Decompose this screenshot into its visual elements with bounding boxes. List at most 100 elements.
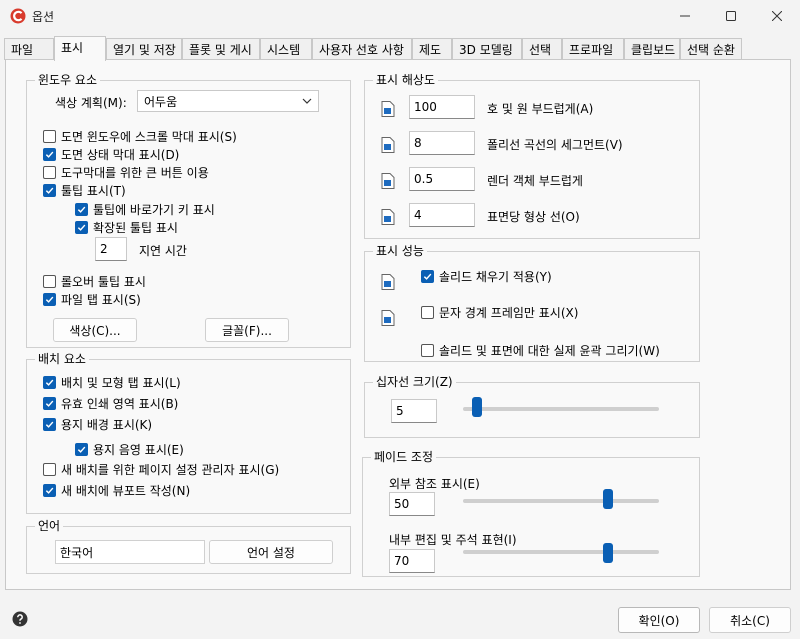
resolution-input[interactable]: 4: [409, 203, 475, 227]
window-elements-title: 윈도우 요소: [35, 73, 101, 87]
performance-option-checkbox[interactable]: 문자 경계 프레임만 표시(X): [421, 304, 578, 321]
maximize-button[interactable]: [708, 0, 754, 32]
layout-option-checkbox[interactable]: 배치 및 모형 탭 표시(L): [43, 374, 181, 391]
tab-plot-publish[interactable]: 플롯 및 게시: [182, 38, 260, 60]
display-resolution-group: 표시 해상도 100 호 및 원 부드럽게(A) 8 폴리선 곡선의 세그먼트(V) 0…: [364, 73, 700, 239]
tab-user-preferences[interactable]: 사용자 선호 사항: [312, 38, 412, 60]
crosshair-slider-thumb[interactable]: [472, 397, 483, 417]
window-option-checkbox[interactable]: 툴팁에 바로가기 키 표시: [75, 201, 215, 218]
maximize-icon: [726, 11, 736, 21]
checkbox-box[interactable]: [421, 270, 434, 283]
color-scheme-select[interactable]: 어두움: [137, 90, 319, 112]
cancel-button[interactable]: 취소(C): [709, 607, 791, 633]
tab-content-panel: 윈도우 요소 색상 계획(M): 어두움 도면 윈도우에 스크롤 막대 표시(S…: [5, 59, 791, 590]
display-performance-group: 표시 성능 솔리드 채우기 적용(Y) 문자 경계 프레임만 표시(X) 솔리드 및…: [364, 244, 700, 362]
resolution-input[interactable]: 0.5: [409, 167, 475, 191]
tooltip-delay-input[interactable]: 2: [95, 237, 127, 261]
language-settings-button[interactable]: 언어 설정: [209, 540, 333, 564]
drawing-saved-icon: [381, 137, 395, 153]
close-button[interactable]: [754, 0, 800, 32]
tab-selection-cycling[interactable]: 선택 순환: [680, 38, 742, 60]
checkbox-box[interactable]: [43, 130, 56, 143]
window-option-checkbox[interactable]: 도구막대를 위한 큰 버튼 이용: [43, 164, 209, 181]
checkmark-icon: [45, 487, 54, 494]
checkmark-icon: [45, 421, 54, 428]
layout-option-checkbox[interactable]: 용지 배경 표시(K): [43, 416, 152, 433]
tab-file[interactable]: 파일: [4, 38, 54, 60]
tab-open-save[interactable]: 열기 및 저장: [106, 38, 182, 60]
checkbox-box[interactable]: [43, 166, 56, 179]
tab-profiles[interactable]: 프로파일: [562, 38, 624, 60]
checkmark-icon: [45, 296, 54, 303]
window-option-checkbox[interactable]: 툴팁 표시(T): [43, 182, 126, 199]
window-option-checkbox[interactable]: 도면 윈도우에 스크롤 막대 표시(S): [43, 128, 237, 145]
xref-fade-slider-thumb[interactable]: [602, 489, 613, 509]
checkmark-icon: [45, 151, 54, 158]
checkbox-box[interactable]: [75, 203, 88, 216]
tab-system[interactable]: 시스템: [260, 38, 312, 60]
resolution-label: 표면당 형상 선(O): [487, 210, 580, 224]
window-elements-group: 윈도우 요소 색상 계획(M): 어두움 도면 윈도우에 스크롤 막대 표시(S…: [26, 73, 351, 348]
tab-display[interactable]: 표시: [54, 36, 106, 61]
window-title: 옵션: [32, 10, 55, 24]
checkbox-box[interactable]: [43, 484, 56, 497]
checkbox-box[interactable]: [43, 376, 56, 389]
close-icon: [772, 11, 782, 21]
checkbox-box[interactable]: [75, 443, 88, 456]
inplace-fade-slider-track[interactable]: [463, 550, 659, 554]
checkbox-box[interactable]: [43, 293, 56, 306]
colors-button[interactable]: 색상(C)...: [53, 318, 137, 342]
crosshair-slider-track[interactable]: [463, 407, 659, 411]
ok-button[interactable]: 확인(O): [618, 607, 700, 633]
layout-option-checkbox[interactable]: 새 배치에 뷰포트 작성(N): [43, 482, 190, 499]
file-tabs-checkbox[interactable]: 파일 탭 표시(S): [43, 291, 141, 308]
drawing-saved-icon: [381, 101, 395, 117]
xref-fade-input[interactable]: 50: [389, 492, 435, 516]
layout-elements-title: 배치 요소: [35, 352, 89, 366]
performance-option-checkbox[interactable]: 솔리드 및 표면에 대한 실제 윤곽 그리기(W): [421, 342, 660, 359]
tab-selection[interactable]: 선택: [522, 38, 562, 60]
fonts-button[interactable]: 글꼴(F)...: [205, 318, 289, 342]
chevron-down-icon: [302, 98, 312, 104]
rollover-tooltip-checkbox[interactable]: 롤오버 툴팁 표시: [43, 273, 146, 290]
checkbox-box[interactable]: [75, 221, 88, 234]
minimize-icon: [680, 15, 690, 17]
xref-fade-slider-track[interactable]: [463, 499, 659, 503]
checkbox-box[interactable]: [43, 397, 56, 410]
checkmark-icon: [45, 187, 54, 194]
layout-option-checkbox[interactable]: 유효 인쇄 영역 표시(B): [43, 395, 178, 412]
window-option-checkbox[interactable]: 확장된 툴팁 표시: [75, 219, 178, 236]
layout-option-checkbox[interactable]: 용지 음영 표시(E): [75, 441, 184, 458]
checkbox-box[interactable]: [43, 418, 56, 431]
language-title: 언어: [35, 519, 64, 533]
tab-3d-modeling[interactable]: 3D 모델링: [452, 38, 522, 60]
checkbox-box[interactable]: [43, 275, 56, 288]
crosshair-size-title: 십자선 크기(Z): [373, 375, 456, 389]
performance-option-checkbox[interactable]: 솔리드 채우기 적용(Y): [421, 268, 552, 285]
tab-drafting[interactable]: 제도: [412, 38, 452, 60]
tab-clipboard[interactable]: 클립보드: [624, 38, 680, 60]
tooltip-delay-label: 지연 시간: [139, 244, 187, 258]
drawing-saved-icon: [381, 310, 395, 326]
inplace-fade-slider-thumb[interactable]: [602, 543, 613, 563]
checkbox-box[interactable]: [43, 463, 56, 476]
layout-option-checkbox[interactable]: 새 배치를 위한 페이지 설정 관리자 표시(G): [43, 461, 279, 478]
crosshair-size-input[interactable]: 5: [391, 399, 437, 423]
resolution-input[interactable]: 100: [409, 95, 475, 119]
resolution-label: 렌더 객체 부드럽게: [487, 174, 583, 188]
checkmark-icon: [77, 206, 86, 213]
language-group: 언어 한국어 언어 설정: [26, 519, 351, 574]
checkbox-box[interactable]: [43, 148, 56, 161]
checkmark-icon: [77, 224, 86, 231]
minimize-button[interactable]: [662, 0, 708, 32]
resolution-input[interactable]: 8: [409, 131, 475, 155]
drawing-saved-icon: [381, 173, 395, 189]
help-icon[interactable]: [12, 611, 28, 627]
checkbox-box[interactable]: [421, 306, 434, 319]
drawing-saved-icon: [381, 274, 395, 290]
window-option-checkbox[interactable]: 도면 상태 막대 표시(D): [43, 146, 179, 163]
checkbox-box[interactable]: [43, 184, 56, 197]
checkbox-box[interactable]: [421, 344, 434, 357]
display-performance-title: 표시 성능: [373, 244, 427, 258]
inplace-fade-input[interactable]: 70: [389, 549, 435, 573]
